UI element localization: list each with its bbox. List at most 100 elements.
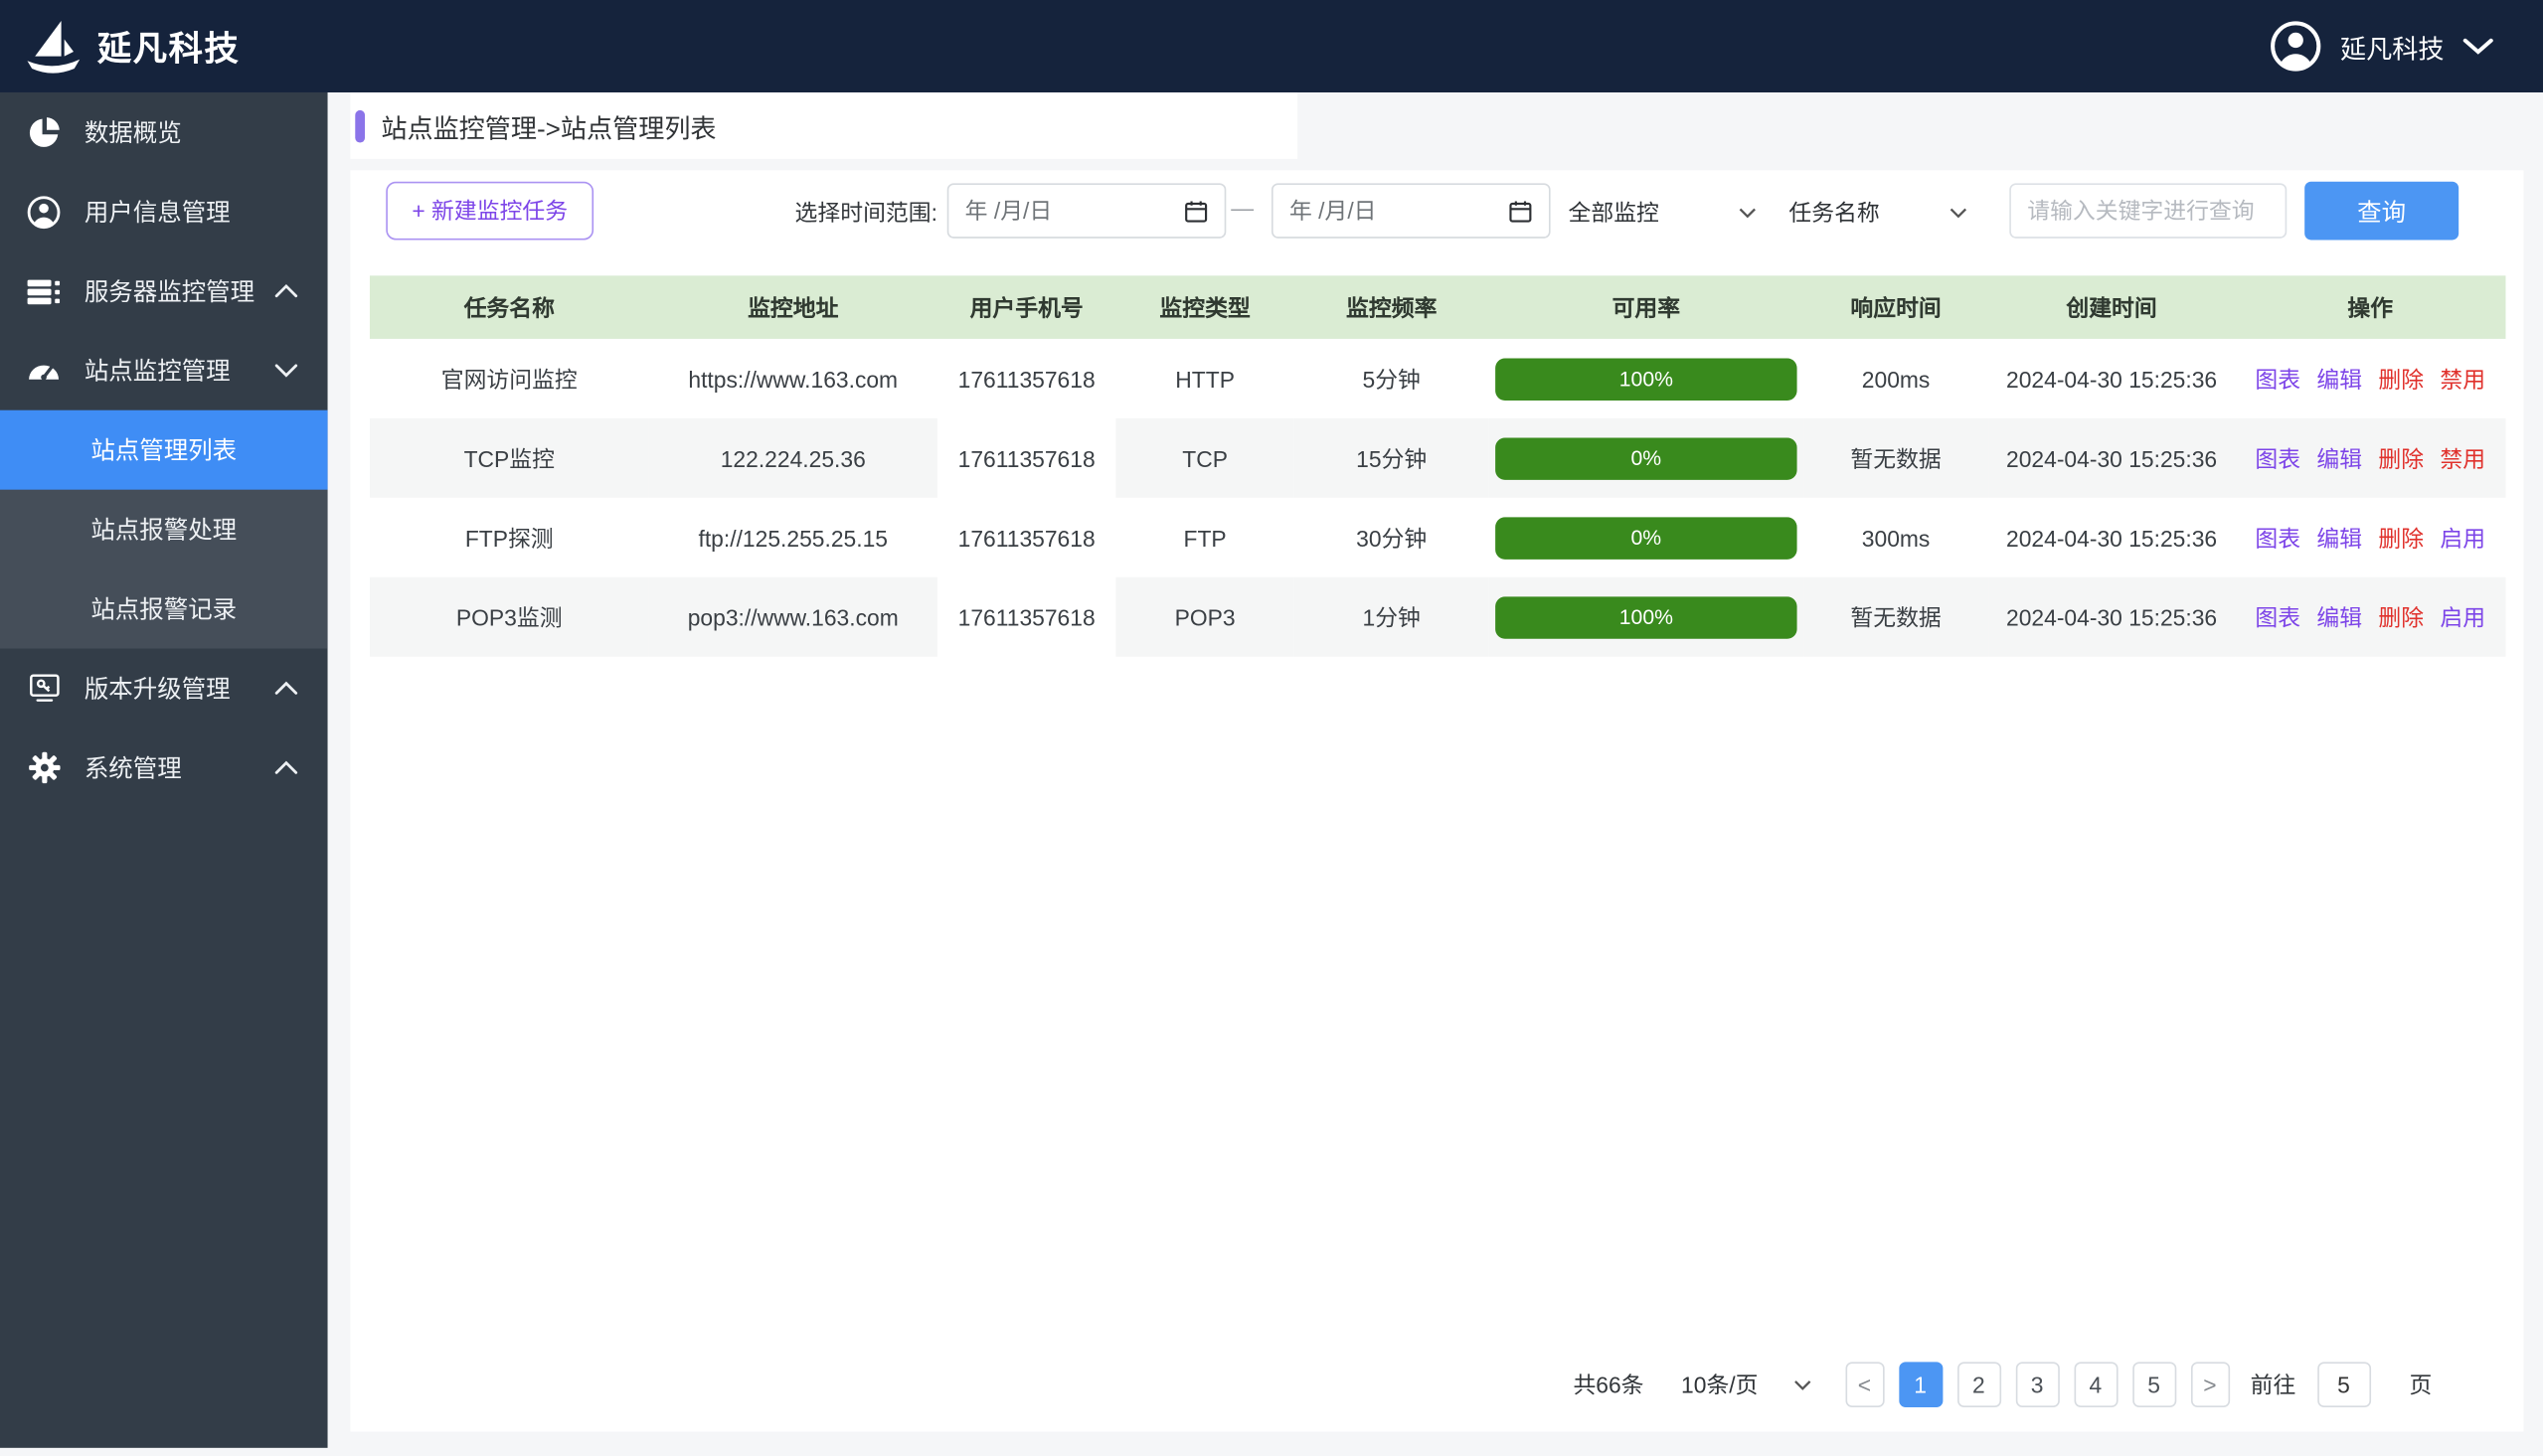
goto-page-input[interactable]: [2317, 1362, 2371, 1407]
cell-availability: 0%: [1489, 418, 1803, 498]
cell-created: 2024-04-30 15:25:36: [1988, 498, 2235, 577]
user-name: 延凡科技: [2340, 27, 2444, 66]
cell-availability: 100%: [1489, 339, 1803, 418]
sidebar-item-system-manage[interactable]: 系统管理: [0, 728, 328, 807]
breadcrumb: 站点监控管理->站点管理列表: [381, 106, 716, 145]
prev-page-button[interactable]: <: [1845, 1362, 1884, 1407]
chevron-down-icon: [1793, 1378, 1811, 1389]
col-header-phone: 用户手机号: [937, 275, 1115, 339]
edit-action[interactable]: 编辑: [2316, 521, 2362, 554]
range-dash: —: [1226, 195, 1259, 221]
cell-availability: 100%: [1489, 577, 1803, 657]
cell-response: 暂无数据: [1803, 418, 1988, 498]
chevron-down-icon: [274, 363, 298, 378]
monitor-type-select[interactable]: 全部监控: [1569, 196, 1757, 229]
sidebar: 数据概览 用户信息管理 服务器监控管理: [0, 92, 328, 1448]
brand: 延凡科技: [23, 15, 241, 77]
page-button-2[interactable]: 2: [1956, 1362, 2000, 1407]
monitor-type-value: 全部监控: [1569, 196, 1659, 229]
chevron-down-icon: [2461, 38, 2494, 56]
col-header-availability: 可用率: [1489, 275, 1803, 339]
query-button[interactable]: 查询: [2304, 182, 2458, 241]
cell-freq: 15分钟: [1294, 418, 1489, 498]
delete-action[interactable]: 删除: [2378, 442, 2424, 475]
sidebar-item-version-upgrade[interactable]: 版本升级管理: [0, 649, 328, 728]
cell-freq: 30分钟: [1294, 498, 1489, 577]
sidebar-subitem-site-list[interactable]: 站点管理列表: [0, 410, 328, 490]
brand-name: 延凡科技: [97, 22, 241, 71]
sidebar-item-label: 用户信息管理: [85, 195, 298, 229]
task-field-value: 任务名称: [1788, 196, 1879, 229]
page-button-5[interactable]: 5: [2132, 1362, 2176, 1407]
chevron-down-icon: [1950, 207, 1967, 218]
new-task-button[interactable]: + 新建监控任务: [386, 182, 593, 241]
edit-action[interactable]: 编辑: [2316, 442, 2362, 475]
cell-response: 暂无数据: [1803, 577, 1988, 657]
cell-freq: 5分钟: [1294, 339, 1489, 418]
next-page-button[interactable]: >: [2190, 1362, 2229, 1407]
task-field-select[interactable]: 任务名称: [1788, 196, 1966, 229]
cell-url: pop3://www.163.com: [649, 577, 937, 657]
chart-action[interactable]: 图表: [2255, 521, 2300, 554]
end-date-input[interactable]: 年 /月/日: [1272, 183, 1551, 238]
toggle-action[interactable]: 禁用: [2440, 363, 2485, 396]
cell-availability: 0%: [1489, 498, 1803, 577]
sidebar-subitem-label: 站点报警处理: [90, 513, 237, 547]
calendar-icon: [1508, 199, 1532, 223]
edit-action[interactable]: 编辑: [2316, 363, 2362, 396]
col-header-actions: 操作: [2235, 275, 2505, 339]
edit-action[interactable]: 编辑: [2316, 600, 2362, 633]
cell-url: ftp://125.255.25.15: [649, 498, 937, 577]
col-header-created: 创建时间: [1988, 275, 2235, 339]
pager: < 1 2 3 4 5 >: [1845, 1362, 2230, 1407]
sidebar-item-user-info[interactable]: 用户信息管理: [0, 172, 328, 251]
sidebar-item-site-monitor[interactable]: 站点监控管理: [0, 331, 328, 410]
cell-phone: 17611357618: [937, 418, 1115, 498]
search-input[interactable]: [2009, 183, 2287, 238]
sidebar-item-data-overview[interactable]: 数据概览: [0, 92, 328, 172]
chart-action[interactable]: 图表: [2255, 363, 2300, 396]
version-upgrade-icon: [23, 671, 65, 705]
col-header-type: 监控类型: [1115, 275, 1293, 339]
table-header-row: 任务名称 监控地址 用户手机号 监控类型 监控频率 可用率 响应时间 创建时间 …: [370, 275, 2506, 339]
user-menu[interactable]: 延凡科技: [2269, 20, 2494, 74]
gauge-icon: [23, 353, 65, 389]
app: 延凡科技 延凡科技 数据概览: [0, 0, 2543, 1456]
chart-action[interactable]: 图表: [2255, 600, 2300, 633]
sidebar-submenu: 站点管理列表 站点报警处理 站点报警记录: [0, 410, 328, 649]
cell-freq: 1分钟: [1294, 577, 1489, 657]
cell-created: 2024-04-30 15:25:36: [1988, 339, 2235, 418]
cell-actions: 图表 编辑 删除 禁用: [2235, 418, 2505, 498]
cell-actions: 图表 编辑 删除 禁用: [2235, 339, 2505, 418]
breadcrumb-accent-bar: [355, 109, 365, 142]
sidebar-item-server-monitor[interactable]: 服务器监控管理: [0, 251, 328, 331]
user-icon: [23, 194, 65, 230]
toggle-action[interactable]: 禁用: [2440, 442, 2485, 475]
delete-action[interactable]: 删除: [2378, 600, 2424, 633]
cell-type: TCP: [1115, 418, 1293, 498]
server-icon: [23, 273, 65, 309]
pie-chart-icon: [23, 114, 65, 150]
chart-action[interactable]: 图表: [2255, 442, 2300, 475]
pagination: 共66条 10条/页 < 1 2 3 4 5 > 前往 页: [1573, 1362, 2432, 1407]
cell-url: 122.224.25.36: [649, 418, 937, 498]
delete-action[interactable]: 删除: [2378, 363, 2424, 396]
toggle-action[interactable]: 启用: [2440, 600, 2485, 633]
start-date-input[interactable]: 年 /月/日: [947, 183, 1227, 238]
availability-bar: 0%: [1495, 517, 1796, 559]
sidebar-subitem-label: 站点报警记录: [90, 591, 237, 625]
total-count: 共66条: [1573, 1369, 1643, 1401]
cell-type: FTP: [1115, 498, 1293, 577]
table-row: POP3监测 pop3://www.163.com 17611357618 PO…: [370, 577, 2506, 657]
delete-action[interactable]: 删除: [2378, 521, 2424, 554]
page-button-3[interactable]: 3: [2015, 1362, 2059, 1407]
page-button-4[interactable]: 4: [2074, 1362, 2118, 1407]
toggle-action[interactable]: 启用: [2440, 521, 2485, 554]
page-button-1[interactable]: 1: [1899, 1362, 1943, 1407]
col-header-freq: 监控频率: [1294, 275, 1489, 339]
cell-created: 2024-04-30 15:25:36: [1988, 418, 2235, 498]
sidebar-subitem-alert-record[interactable]: 站点报警记录: [0, 569, 328, 649]
page-size-select[interactable]: 10条/页: [1681, 1369, 1811, 1401]
cell-task: 官网访问监控: [370, 339, 649, 418]
sidebar-subitem-alert-handle[interactable]: 站点报警处理: [0, 490, 328, 569]
